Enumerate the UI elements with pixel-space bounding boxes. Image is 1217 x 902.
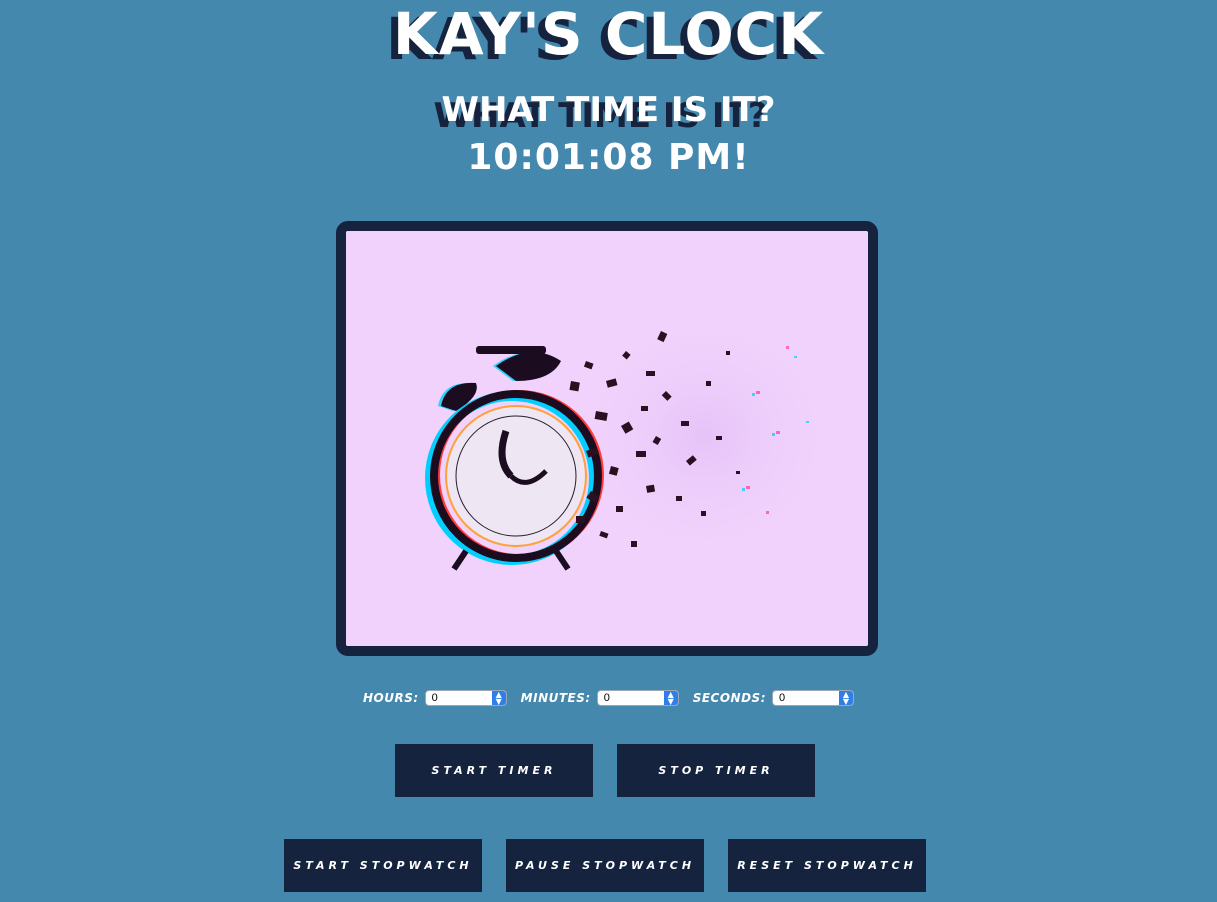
hours-control: HOURS: 0 ▲ ▼ [363,690,507,706]
start-timer-button[interactable]: START TIMER [395,744,593,797]
page: KAY'S CLOCK WHAT TIME IS IT? 10:01:08 PM… [0,0,1217,902]
shattering-alarm-clock-icon [346,231,868,646]
chevron-up-down-icon: ▲ ▼ [663,691,678,706]
minutes-value: 0 [603,692,610,704]
chevron-up-down-icon: ▲ ▼ [491,691,506,706]
page-title: KAY'S CLOCK [392,0,825,68]
minutes-label: MINUTES: [520,691,591,705]
seconds-select[interactable]: 0 ▲ ▼ [772,690,854,706]
start-stopwatch-button[interactable]: START STOPWATCH [284,839,482,892]
seconds-label: SECONDS: [692,691,766,705]
chevron-up-down-icon: ▲ ▼ [839,691,853,706]
hours-select[interactable]: 0 ▲ ▼ [424,690,507,706]
seconds-control: SECONDS: 0 ▲ ▼ [693,690,854,706]
minutes-control: MINUTES: 0 ▲ ▼ [521,690,679,706]
seconds-value: 0 [779,692,786,704]
minutes-select[interactable]: 0 ▲ ▼ [596,690,679,706]
hours-label: HOURS: [363,691,419,705]
hours-value: 0 [431,692,438,704]
timer-controls: HOURS: 0 ▲ ▼ MINUTES: 0 ▲ ▼ SECONDS: 0 ▲ ▼ [0,690,1217,706]
pause-stopwatch-button[interactable]: PAUSE STOPWATCH [506,839,704,892]
page-subtitle: WHAT TIME IS IT? [441,90,776,130]
current-time: 10:01:08 PM! [467,137,750,178]
clock-image-frame [336,221,878,656]
reset-stopwatch-button[interactable]: RESET STOPWATCH [728,839,926,892]
stop-timer-button[interactable]: STOP TIMER [617,744,815,797]
